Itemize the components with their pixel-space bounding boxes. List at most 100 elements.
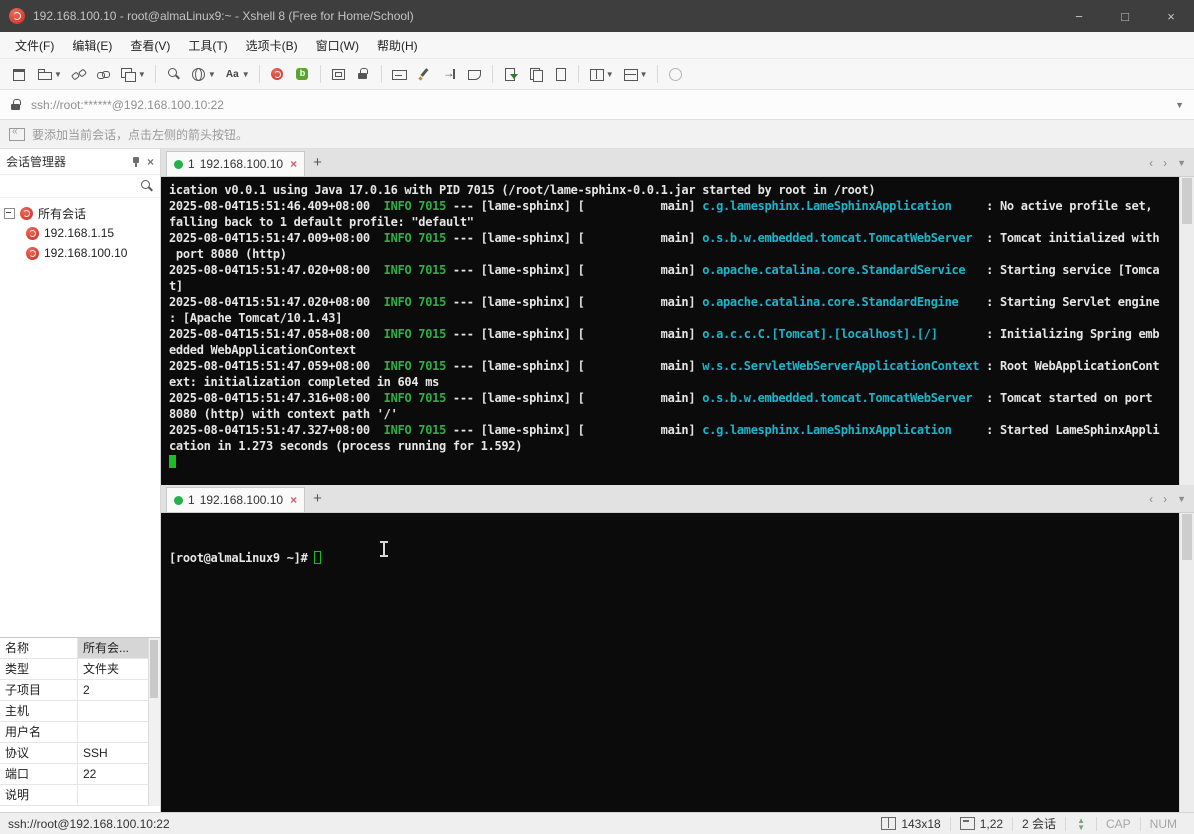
fullscreen-button[interactable]: [327, 62, 350, 86]
tab-close-icon[interactable]: ×: [290, 157, 297, 171]
terminal-1-body[interactable]: ication v0.0.1 using Java 17.0.16 with P…: [161, 177, 1179, 485]
tab-label: 192.168.100.10: [199, 493, 284, 507]
tile-horizontally-button[interactable]: ▼: [619, 62, 651, 86]
xshell-agent-icon: [269, 66, 286, 82]
address-url[interactable]: ssh://root:******@192.168.100.10:22: [31, 98, 1169, 112]
session-item[interactable]: 192.168.100.10: [4, 243, 156, 263]
open-folder-icon: [36, 66, 53, 82]
tab-bar-1: 1 192.168.100.10 × + ‹ › ▼: [161, 149, 1194, 177]
tree-collapse-icon[interactable]: [4, 207, 15, 219]
tab-label: 192.168.100.10: [199, 157, 284, 171]
log-session-button[interactable]: [499, 62, 522, 86]
tab-list-dropdown-icon[interactable]: ▼: [1177, 158, 1186, 168]
new-session-button[interactable]: [8, 62, 31, 86]
xftp-icon: [294, 66, 311, 82]
session-tree-root[interactable]: 所有会话: [4, 203, 156, 223]
terminal-text-segment: o.apache.catalina.core.StandardEngine: [702, 295, 959, 309]
session-tab-1[interactable]: 1 192.168.100.10 ×: [166, 151, 306, 176]
address-bar[interactable]: ssh://root:******@192.168.100.10:22 ▼: [0, 90, 1194, 120]
minimize-button[interactable]: −: [1056, 0, 1102, 32]
terminal-pane-2: 1 192.168.100.10 × + ‹ › ▼ [root@almaLin…: [161, 485, 1194, 812]
xftp-button[interactable]: [291, 62, 314, 86]
reconnect-button[interactable]: [92, 62, 115, 86]
tab-list-dropdown-icon[interactable]: ▼: [1177, 494, 1186, 504]
highlight-button[interactable]: [413, 62, 436, 86]
add-session-hint-icon: [9, 126, 25, 141]
arrow-down-icon[interactable]: ▼: [1077, 823, 1085, 831]
tab-scroll-left-icon[interactable]: ‹: [1149, 492, 1153, 506]
menu-item-5[interactable]: 窗口(W): [307, 33, 368, 58]
maximize-button[interactable]: □: [1102, 0, 1148, 32]
open-folder-button[interactable]: ▼: [33, 62, 65, 86]
terminal-text-segment: ication v0.0.1 using Java 17.0.16 with P…: [169, 183, 876, 197]
xshell-agent-button[interactable]: [266, 62, 289, 86]
terminal-text-segment: port 8080 (http): [169, 247, 287, 261]
lock-screen-button[interactable]: [352, 62, 375, 86]
session-icon: [26, 246, 39, 260]
terminal-text-segment: 2025-08-04T15:51:47.009+08:00: [169, 231, 370, 245]
tab-scroll-left-icon[interactable]: ‹: [1149, 156, 1153, 170]
terminal-1-scrollbar[interactable]: [1179, 177, 1194, 485]
connected-status-icon: [174, 495, 183, 505]
terminal-2[interactable]: [root@almaLinux9 ~]#: [161, 513, 1194, 812]
new-tab-button[interactable]: +: [313, 154, 322, 171]
session-search-icon[interactable]: [138, 178, 155, 194]
session-item[interactable]: 192.168.1.15: [4, 223, 156, 243]
terminal-line: ext: initialization completed in 604 ms: [169, 374, 1179, 390]
new-tab-button[interactable]: +: [313, 490, 322, 507]
close-panel-icon[interactable]: ×: [147, 155, 154, 169]
send-input-button[interactable]: [438, 62, 461, 86]
toolbar-separator: [154, 65, 156, 83]
tile-vertically-button[interactable]: ▼: [585, 62, 617, 86]
terminal-text-segment: c.g.lamesphinx.LameSphinxApplication: [702, 199, 952, 213]
terminal-text-segment: o.s.b.w.embedded.tomcat.TomcatWebServer: [702, 391, 973, 405]
close-button[interactable]: ×: [1148, 0, 1194, 32]
terminal-1[interactable]: ication v0.0.1 using Java 17.0.16 with P…: [161, 177, 1194, 485]
terminal-text-segment: INFO 7015: [369, 199, 447, 213]
scroll-arrows[interactable]: ▲ ▼: [1065, 816, 1096, 831]
menu-item-3[interactable]: 工具(T): [179, 33, 236, 58]
property-value: [78, 722, 148, 742]
tab-scroll-right-icon[interactable]: ›: [1163, 156, 1167, 170]
encoding-button[interactable]: ▼: [187, 62, 219, 86]
terminal-2-body[interactable]: [root@almaLinux9 ~]#: [161, 513, 1179, 812]
terminal-2-scrollbar[interactable]: [1179, 513, 1194, 812]
tab-close-icon[interactable]: ×: [290, 493, 297, 507]
menu-item-0[interactable]: 文件(F): [6, 33, 63, 58]
property-value: 2: [83, 683, 90, 697]
tile-vertically-icon: [588, 66, 605, 82]
find-button[interactable]: [162, 62, 185, 86]
session-tab-2[interactable]: 1 192.168.100.10 ×: [166, 487, 306, 512]
pin-panel-icon[interactable]: [130, 155, 142, 169]
compose-pane-button[interactable]: [388, 62, 411, 86]
address-dropdown-icon[interactable]: ▼: [1175, 100, 1184, 110]
session-count-status[interactable]: 2 会话: [1012, 816, 1065, 831]
terminal-1-scrollbar-thumb[interactable]: [1182, 178, 1192, 224]
menu-item-4[interactable]: 选项卡(B): [237, 33, 307, 58]
properties-scrollbar-thumb[interactable]: [150, 640, 158, 698]
menu-item-1[interactable]: 编辑(E): [63, 33, 121, 58]
terminal-line: 2025-08-04T15:51:46.409+08:00 INFO 7015 …: [169, 198, 1179, 214]
session-properties: 名称 所有会... 类型 文件夹 子项目 2 主机 用户名 协议 SSH 端口 22 说明: [0, 638, 148, 806]
properties-scrollbar[interactable]: [148, 638, 160, 806]
file-transfer-button[interactable]: [524, 62, 547, 86]
menu-item-6[interactable]: 帮助(H): [368, 33, 427, 58]
terminal-2-scrollbar-thumb[interactable]: [1182, 514, 1192, 560]
quick-command-button[interactable]: [463, 62, 486, 86]
property-label: 协议: [0, 743, 78, 763]
tree-root-label: 所有会话: [38, 206, 87, 221]
tab-scroll-right-icon[interactable]: ›: [1163, 492, 1167, 506]
new-window-button[interactable]: ▼: [117, 62, 149, 86]
disconnect-button[interactable]: [67, 62, 90, 86]
reconnect-icon: [95, 66, 112, 82]
help-button[interactable]: [664, 62, 687, 86]
terminal-text-segment: : Started LameSphinxAppli: [951, 423, 1160, 437]
dropdown-caret-icon: ▼: [54, 69, 62, 79]
font-size-button[interactable]: Aa ▼: [221, 62, 253, 86]
terminal-text-segment: 2025-08-04T15:51:47.020+08:00: [169, 263, 370, 277]
terminal-line: 2025-08-04T15:51:47.327+08:00 INFO 7015 …: [169, 422, 1179, 438]
session-manager-title: 会话管理器: [6, 155, 67, 169]
menu-item-2[interactable]: 查看(V): [121, 33, 179, 58]
session-properties-button[interactable]: [549, 62, 572, 86]
terminal-text-segment: INFO 7015: [369, 295, 447, 309]
